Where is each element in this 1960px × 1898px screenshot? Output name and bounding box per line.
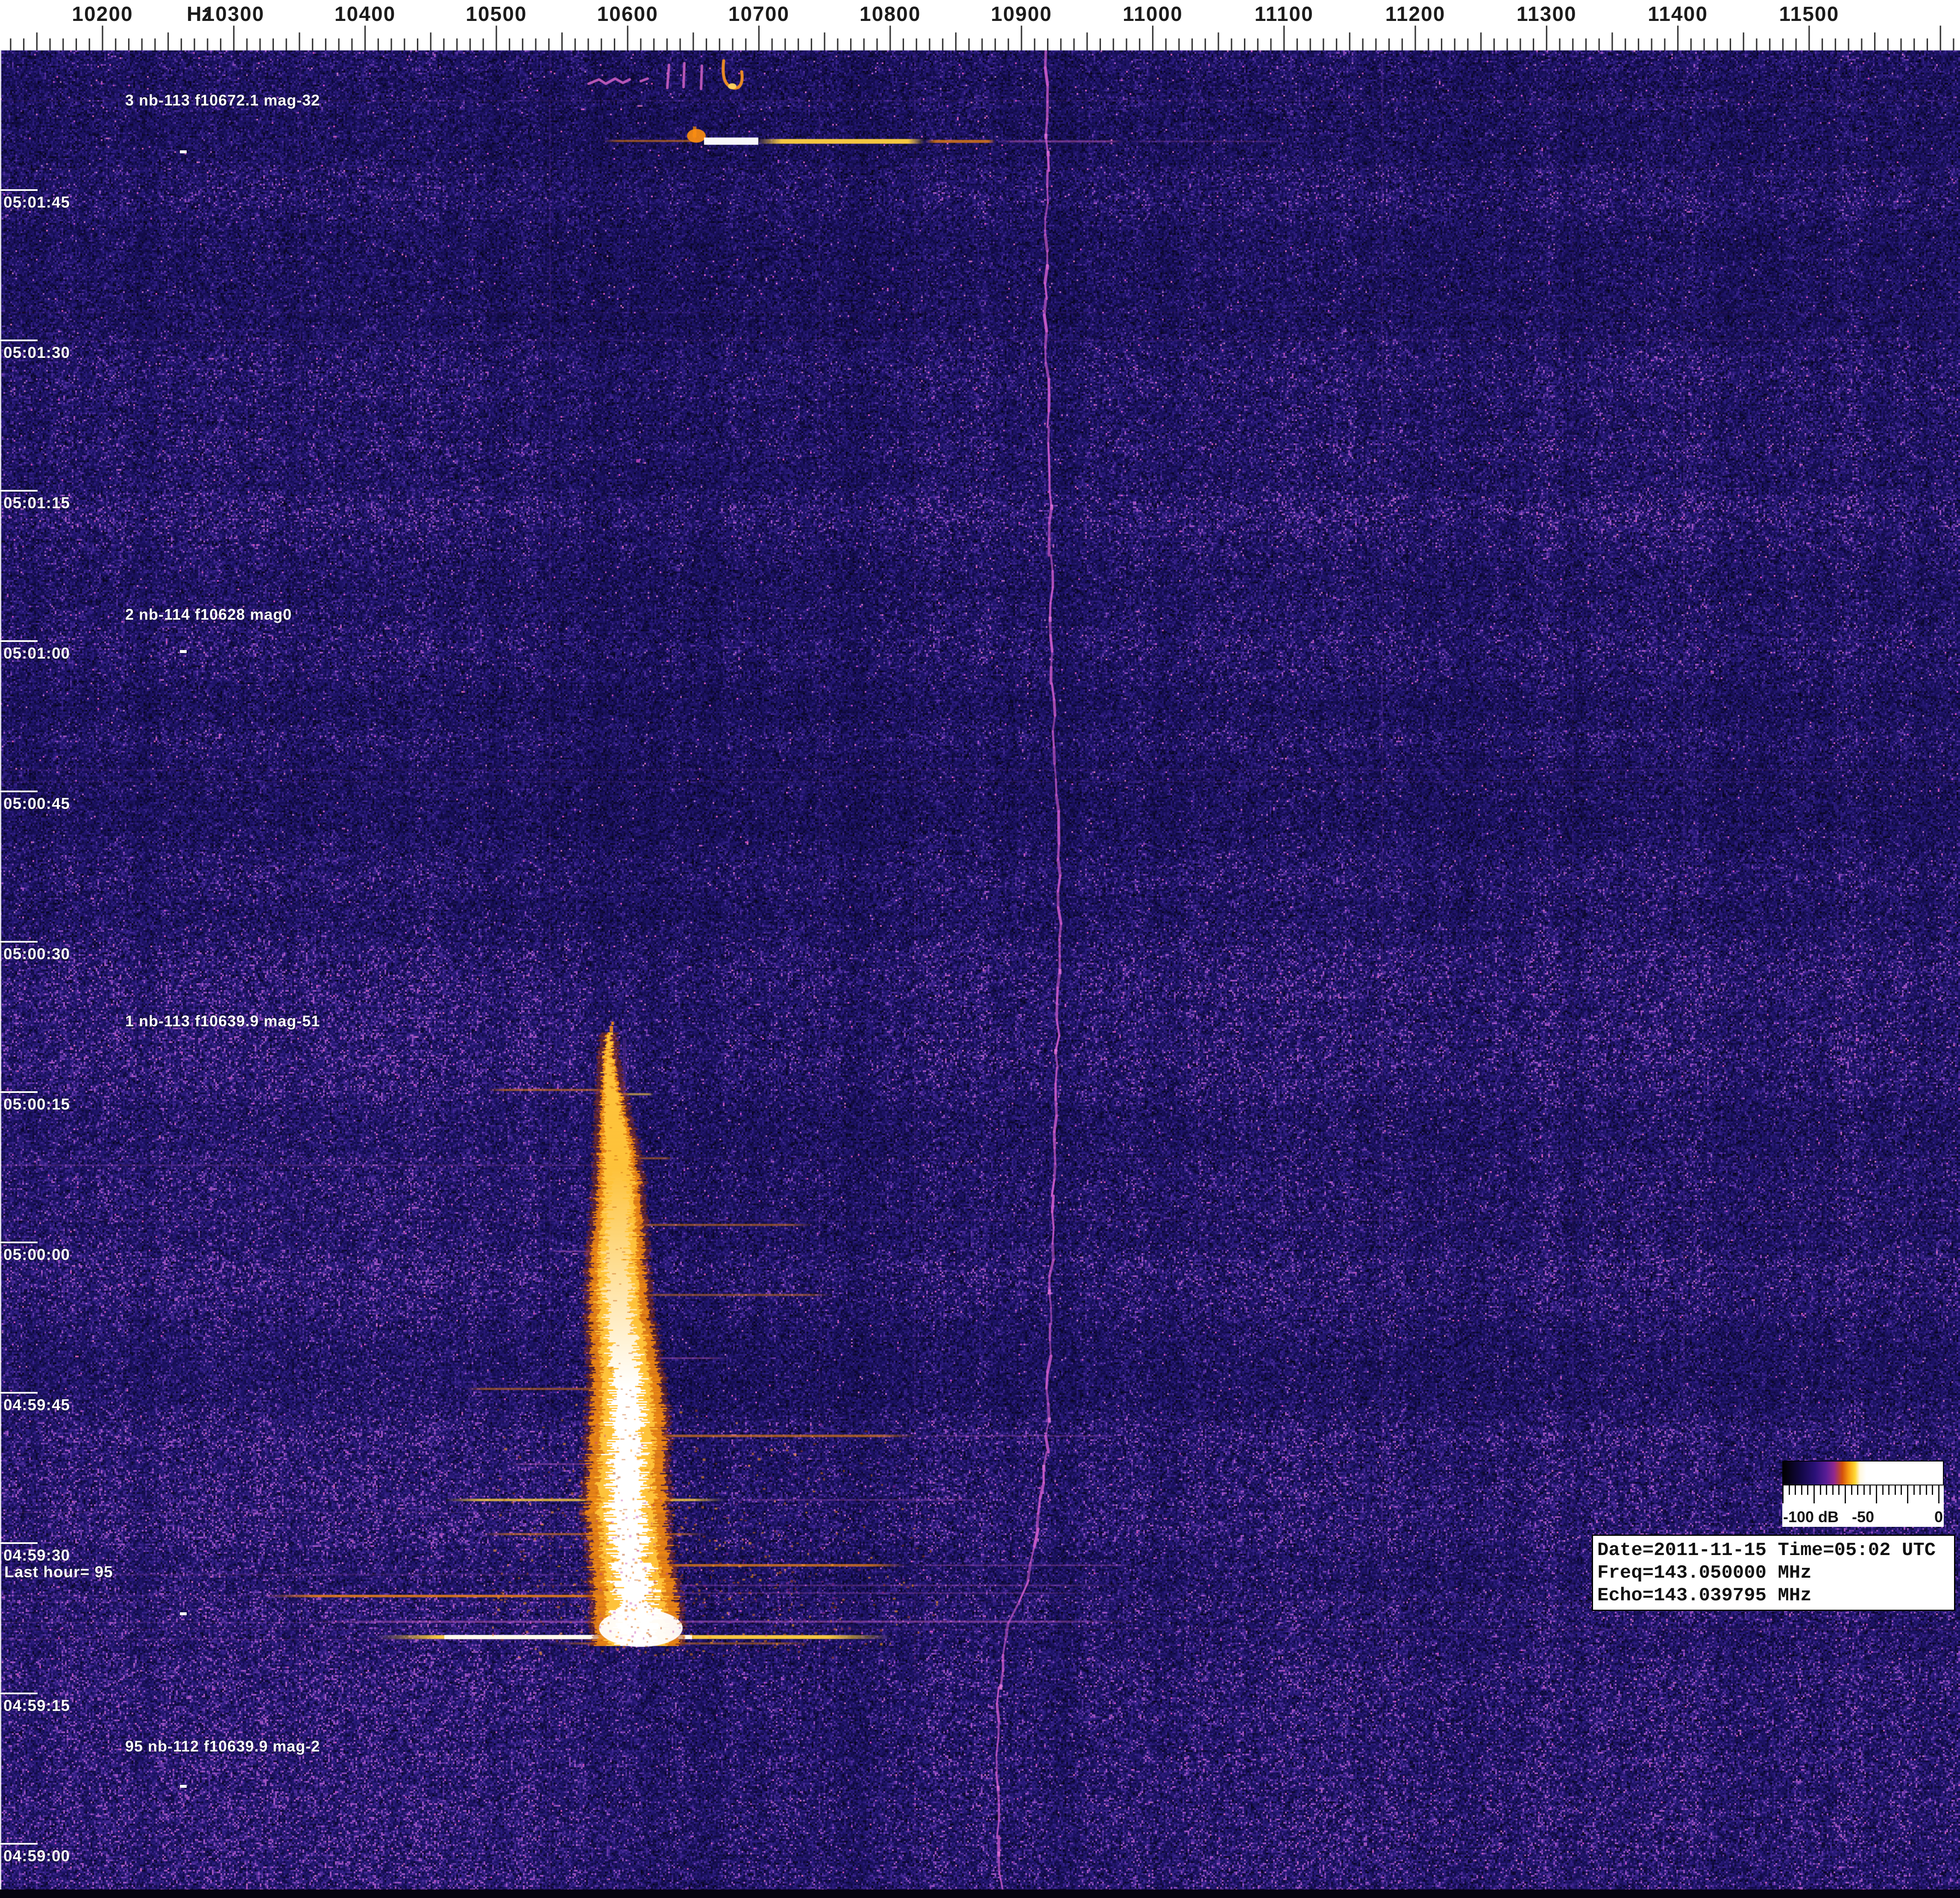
spectrogram-page: Hz 1020010300104001050010600107001080010… — [0, 0, 1960, 1898]
spectrogram-canvas — [0, 0, 1960, 1898]
